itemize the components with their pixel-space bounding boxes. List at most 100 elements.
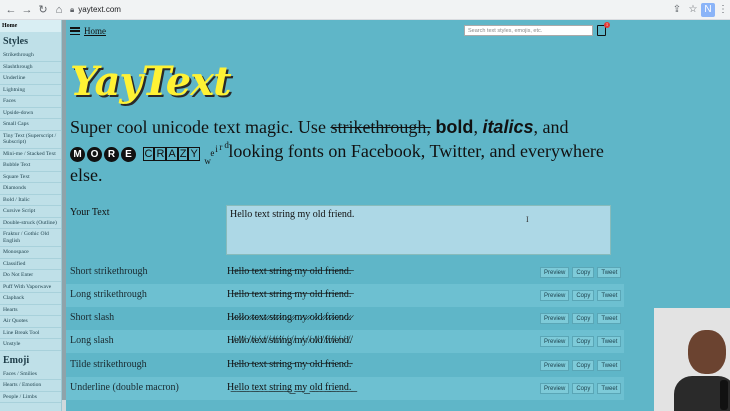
preview-button[interactable]: Preview bbox=[540, 267, 570, 278]
result-style-name[interactable]: Short slash bbox=[70, 312, 114, 323]
result-style-name[interactable]: Long slash bbox=[70, 335, 114, 346]
result-text: H͟e͟l͟l͟o͟ ͟t͟e͟x͟t͟ ͟s͟t͟r͟i͟n͟g͟ ͟m͟y͟… bbox=[227, 382, 352, 393]
text-cursor-icon: I bbox=[526, 215, 529, 224]
result-text: H̴e̴l̴l̴o̴ ̴t̴e̴x̴t̴ ̴s̴t̴r̴i̴n̴g̴ ̴m̴y̴… bbox=[227, 359, 352, 370]
sidebar-item[interactable]: Bubble Text bbox=[0, 160, 61, 172]
preview-button[interactable]: Preview bbox=[540, 290, 570, 301]
sidebar-emoji-item[interactable]: Hearts / Emotion bbox=[0, 380, 61, 392]
preview-button[interactable]: Preview bbox=[540, 313, 570, 324]
sidebar-item[interactable]: Clapback bbox=[0, 293, 61, 305]
copy-button[interactable]: Copy bbox=[572, 360, 595, 371]
cart-icon[interactable]: 1 bbox=[597, 22, 610, 36]
home-icon[interactable]: ⌂ bbox=[52, 3, 66, 17]
sidebar-item-home[interactable]: Home bbox=[0, 20, 61, 32]
main-content: Home Search text styles, emojis, etc. 1 … bbox=[66, 20, 656, 411]
sidebar-item[interactable]: Hearts bbox=[0, 305, 61, 316]
sidebar-item[interactable]: Upside-down bbox=[0, 108, 61, 119]
menu-dots-icon[interactable]: ⋮ bbox=[716, 3, 730, 17]
tagline-italic: italics bbox=[482, 117, 534, 137]
sidebar-item[interactable]: Small Caps bbox=[0, 119, 61, 131]
result-row: Short strikethrough H̶e̶l̶l̶o̶ ̶t̶e̶x̶t̶ … bbox=[66, 261, 624, 284]
copy-button[interactable]: Copy bbox=[572, 336, 595, 347]
sidebar-item[interactable]: Cursive Script bbox=[0, 206, 61, 218]
tweet-button[interactable]: Tweet bbox=[597, 290, 622, 301]
result-row: Long slash H̸e̸l̸l̸o̸ ̸t̸e̸x̸t̸ ̸s̸t̸r̸i̸… bbox=[66, 330, 624, 353]
lock-icon: 🔒︎ bbox=[70, 5, 75, 14]
tweet-button[interactable]: Tweet bbox=[597, 267, 622, 278]
tweet-button[interactable]: Tweet bbox=[597, 336, 622, 347]
back-arrow-icon[interactable]: ← bbox=[4, 3, 18, 17]
tagline-bold: bold bbox=[435, 117, 474, 137]
preview-button[interactable]: Preview bbox=[540, 383, 570, 394]
copy-button[interactable]: Copy bbox=[572, 383, 595, 394]
preview-button[interactable]: Preview bbox=[540, 336, 570, 347]
sidebar-heading-styles: Styles bbox=[3, 36, 28, 47]
cart-badge: 1 bbox=[604, 22, 610, 28]
hamburger-menu-icon[interactable] bbox=[70, 27, 80, 35]
tagline-more-bubbles: MORE bbox=[70, 141, 138, 162]
your-text-label: Your Text bbox=[70, 207, 110, 218]
sidebar-item[interactable]: Diamonds bbox=[0, 183, 61, 195]
sidebar-item[interactable]: Fraktur / Gothic Old English bbox=[0, 229, 61, 247]
sidebar-item[interactable]: Lightning bbox=[0, 85, 61, 96]
sidebar-item[interactable]: Unstyle bbox=[0, 339, 61, 351]
sidebar-emoji-item[interactable]: Faces / Smilies bbox=[0, 369, 61, 380]
reload-icon[interactable]: ↻ bbox=[36, 3, 50, 17]
sidebar: Home Styles Strikethrough Slashthrough Und… bbox=[0, 20, 62, 411]
star-icon[interactable]: ☆ bbox=[686, 3, 700, 17]
tweet-button[interactable]: Tweet bbox=[597, 383, 622, 394]
your-text-input[interactable]: Hello text string my old friend. bbox=[226, 205, 611, 255]
address-bar[interactable]: 🔒︎ yaytext.com bbox=[70, 3, 660, 17]
sidebar-item[interactable]: Slashthrough bbox=[0, 62, 61, 73]
sidebar-heading-emoji: Emoji bbox=[3, 354, 30, 366]
result-row: Long strikethrough H̶e̶l̶l̶o̶ ̶t̶e̶x̶t̶ ̶… bbox=[66, 284, 624, 307]
sidebar-item[interactable]: Classified bbox=[0, 259, 61, 270]
copy-button[interactable]: Copy bbox=[572, 313, 595, 324]
sidebar-item[interactable]: Double-struck (Outline) bbox=[0, 218, 61, 229]
tweet-button[interactable]: Tweet bbox=[597, 360, 622, 371]
sidebar-item[interactable]: Mini-me / Stacked Text bbox=[0, 149, 61, 160]
preview-button[interactable]: Preview bbox=[540, 360, 570, 371]
tagline: Super cool unicode text magic. Use strik… bbox=[70, 115, 610, 187]
result-text: H̶e̶l̶l̶o̶ ̶t̶e̶x̶t̶ ̶s̶t̶r̶i̶n̶g̶ ̶m̶y̶… bbox=[227, 266, 352, 277]
result-text: H̷e̷l̷l̷o̷ ̷t̷e̷x̷t̷ ̷s̷t̷r̷i̷n̷g̷ ̷m̷y̷… bbox=[227, 312, 352, 323]
sidebar-item[interactable]: Underline bbox=[0, 73, 61, 85]
sidebar-item[interactable]: Air Quotes bbox=[0, 316, 61, 328]
sidebar-item[interactable]: Faces bbox=[0, 96, 61, 108]
sidebar-item[interactable]: Puff With Vaporwave bbox=[0, 282, 61, 293]
sidebar-item[interactable]: Square Text bbox=[0, 172, 61, 183]
sidebar-item[interactable]: Monospace bbox=[0, 247, 61, 259]
browser-toolbar: ← → ↻ ⌂ 🔒︎ yaytext.com ⇪ ☆ N ⋮ bbox=[0, 0, 730, 20]
sidebar-item[interactable]: Do Not Enter bbox=[0, 270, 61, 282]
result-style-name[interactable]: Long strikethrough bbox=[70, 289, 147, 300]
profile-icon[interactable]: N bbox=[701, 3, 715, 17]
search-input[interactable]: Search text styles, emojis, etc. bbox=[464, 25, 593, 36]
forward-arrow-icon[interactable]: → bbox=[20, 3, 34, 17]
tagline-crazy-boxes: CRAZY bbox=[142, 147, 200, 161]
tagline-weird-stacked: weird bbox=[204, 140, 229, 166]
result-row: Short slash H̷e̷l̷l̷o̷ ̷t̷e̷x̷t̷ ̷s̷t̷r̷i… bbox=[66, 307, 624, 330]
copy-button[interactable]: Copy bbox=[572, 267, 595, 278]
sidebar-item[interactable]: Line Break Tool bbox=[0, 328, 61, 339]
share-icon[interactable]: ⇪ bbox=[670, 3, 684, 17]
result-row: Underline (double macron) H͟e͟l͟l͟o͟ ͟t͟e… bbox=[66, 377, 624, 400]
result-style-name[interactable]: Tilde strikethrough bbox=[70, 359, 147, 370]
sidebar-emoji-item[interactable]: People / Limbs bbox=[0, 392, 61, 403]
url-text: yaytext.com bbox=[78, 5, 121, 14]
sidebar-item[interactable]: Tiny Text (Superscript / Subscript) bbox=[0, 131, 61, 149]
tweet-button[interactable]: Tweet bbox=[597, 313, 622, 324]
tagline-text: Super cool unicode text magic. Use bbox=[70, 117, 331, 137]
sidebar-item[interactable]: Bold / Italic bbox=[0, 195, 61, 206]
result-text: H̸e̸l̸l̸o̸ ̸t̸e̸x̸t̸ ̸s̸t̸r̸i̸n̸g̸ ̸m̸y̸… bbox=[227, 335, 352, 346]
sidebar-item[interactable]: Strikethrough bbox=[0, 50, 61, 62]
copy-button[interactable]: Copy bbox=[572, 290, 595, 301]
result-style-name[interactable]: Short strikethrough bbox=[70, 266, 148, 277]
result-row: Tilde strikethrough H̴e̴l̴l̴o̴ ̴t̴e̴x̴t̴ … bbox=[66, 354, 624, 377]
tagline-strikethrough: strikethrough, bbox=[330, 117, 431, 137]
home-link[interactable]: Home bbox=[84, 26, 106, 36]
result-text: H̶e̶l̶l̶o̶ ̶t̶e̶x̶t̶ ̶s̶t̶r̶i̶n̶g̶ ̶m̶y̶… bbox=[227, 289, 352, 300]
webcam-overlay bbox=[654, 308, 730, 411]
result-style-name[interactable]: Underline (double macron) bbox=[70, 382, 179, 393]
logo: YayText bbox=[70, 58, 232, 105]
tagline-and: , and bbox=[533, 117, 569, 137]
